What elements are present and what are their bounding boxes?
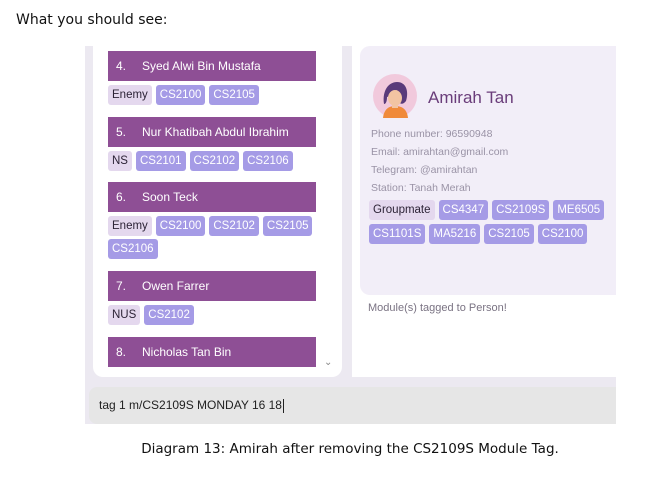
module-tag: CS4347: [438, 200, 489, 220]
module-tag: CS2100: [155, 216, 206, 236]
figure-caption: Diagram 13: Amirah after removing the CS…: [141, 441, 559, 457]
person-detail-card: Amirah Tan Phone number: 96590948 Email:…: [360, 46, 616, 295]
module-tag: CS2105: [209, 85, 259, 105]
command-input-text: tag 1 m/CS2109S MONDAY 16 18: [99, 398, 282, 412]
person-card[interactable]: 7. Owen Farrer NUS CS2102: [108, 271, 316, 325]
module-tag: CS2105: [262, 216, 313, 236]
module-tag: CS2106: [243, 151, 293, 171]
group-tag: NUS: [108, 305, 141, 325]
person-list[interactable]: 4. Syed Alwi Bin Mustafa Enemy CS2100 CS2…: [93, 46, 342, 377]
detail-person-name: Amirah Tan: [428, 88, 514, 107]
person-name: Owen Farrer: [142, 279, 210, 293]
group-tag: Enemy: [108, 85, 152, 105]
person-name: Syed Alwi Bin Mustafa: [142, 59, 261, 73]
module-tag: CS2100: [537, 224, 588, 244]
result-message: Module(s) tagged to Person!: [368, 302, 507, 314]
module-tag: CS2100: [155, 85, 206, 105]
person-tags: Enemy CS2100 CS2105: [108, 85, 316, 105]
person-card-header: 7. Owen Farrer: [108, 271, 316, 301]
module-tag: MA5216: [429, 224, 481, 244]
person-index: 7.: [116, 279, 127, 293]
module-tag: CS1101S: [369, 224, 426, 244]
person-detail-panel: Amirah Tan Phone number: 96590948 Email:…: [352, 46, 616, 377]
command-input[interactable]: tag 1 m/CS2109S MONDAY 16 18: [99, 398, 284, 413]
chevron-down-icon[interactable]: ⌄: [324, 357, 332, 368]
person-name: Nur Khatibah Abdul Ibrahim: [142, 125, 289, 139]
person-tags: NUS CS2102: [108, 305, 316, 325]
intro-text: What you should see:: [16, 12, 168, 28]
module-tag: CS2106: [108, 239, 158, 259]
group-tag: Groupmate: [369, 200, 435, 220]
module-tag: CS2109S: [492, 200, 550, 220]
text-cursor: [282, 398, 284, 413]
person-index: 6.: [116, 190, 127, 204]
person-card-header: 6. Soon Teck: [108, 182, 316, 212]
person-avatar-icon: [373, 74, 417, 118]
person-index: 5.: [116, 125, 127, 139]
module-tag: CS2102: [209, 216, 259, 236]
command-input-box[interactable]: tag 1 m/CS2109S MONDAY 16 18: [89, 387, 616, 424]
group-tag: NS: [108, 151, 132, 171]
person-index: 8.: [116, 345, 127, 359]
detail-station: Station: Tanah Merah: [371, 182, 471, 194]
detail-tags: Groupmate CS4347 CS2109S ME6505 CS1101S …: [369, 200, 609, 244]
detail-email: Email: amirahtan@gmail.com: [371, 146, 509, 158]
module-tag: CS2101: [135, 151, 186, 171]
person-tags: Enemy CS2100 CS2102 CS2105 CS2106: [108, 216, 316, 259]
person-card[interactable]: 4. Syed Alwi Bin Mustafa Enemy CS2100 CS2…: [108, 51, 316, 105]
person-card[interactable]: 8. Nicholas Tan Bin: [108, 337, 316, 367]
module-tag: CS2102: [189, 151, 240, 171]
person-card[interactable]: 5. Nur Khatibah Abdul Ibrahim NS CS2101 C…: [108, 117, 316, 171]
person-card-header: 8. Nicholas Tan Bin: [108, 337, 316, 367]
person-tags: NS CS2101 CS2102 CS2106: [108, 151, 316, 171]
module-tag: ME6505: [553, 200, 605, 220]
person-card-header: 4. Syed Alwi Bin Mustafa: [108, 51, 316, 81]
person-name: Soon Teck: [142, 190, 198, 204]
person-card[interactable]: 6. Soon Teck Enemy CS2100 CS2102 CS2105 C…: [108, 182, 316, 259]
detail-phone: Phone number: 96590948: [371, 128, 493, 140]
group-tag: Enemy: [108, 216, 152, 236]
person-index: 4.: [116, 59, 127, 73]
module-tag: CS2105: [484, 224, 534, 244]
person-name: Nicholas Tan Bin: [142, 345, 232, 359]
module-tag: CS2102: [144, 305, 194, 325]
person-card-header: 5. Nur Khatibah Abdul Ibrahim: [108, 117, 316, 147]
detail-telegram: Telegram: @amirahtan: [371, 164, 478, 176]
